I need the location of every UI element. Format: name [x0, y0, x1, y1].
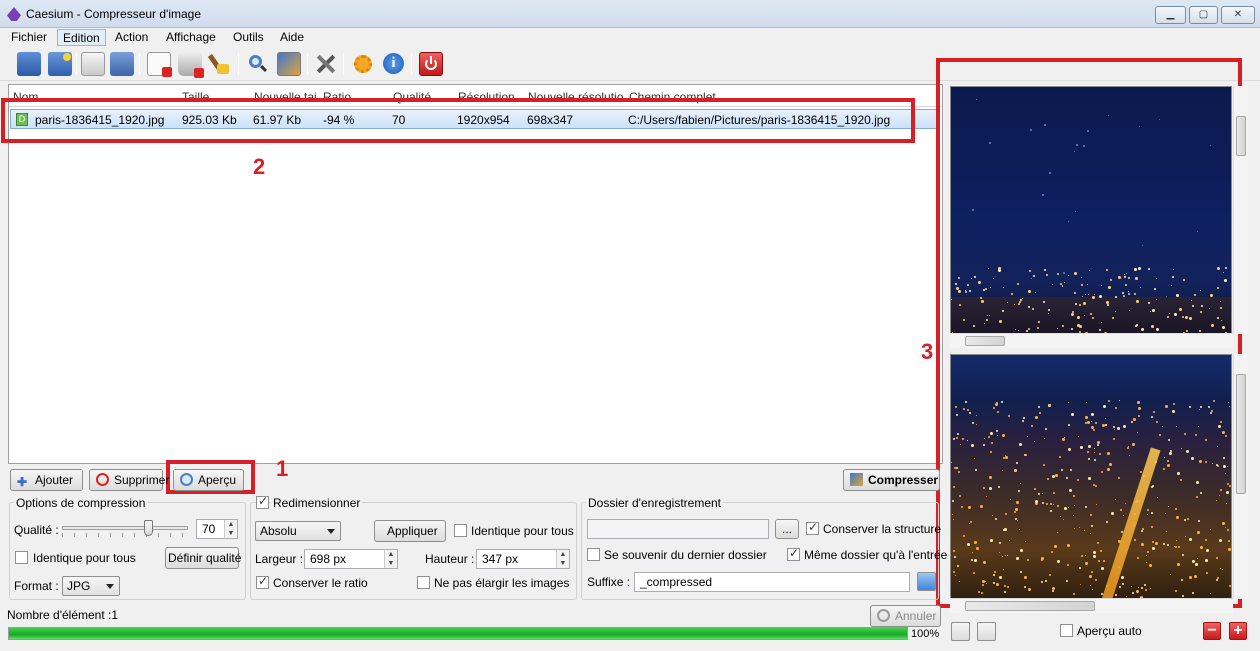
- quality-slider-thumb[interactable]: [144, 520, 153, 536]
- remove-icon[interactable]: [147, 52, 172, 77]
- save-all-icon[interactable]: [110, 52, 134, 76]
- app-icon: [7, 7, 21, 21]
- apply-button[interactable]: Appliquer: [374, 520, 446, 542]
- define-quality-button[interactable]: Définir qualité: [165, 547, 241, 569]
- compress-button[interactable]: Compresser: [843, 469, 940, 491]
- clear-list-icon[interactable]: [178, 52, 204, 78]
- maximize-button[interactable]: ▢: [1189, 6, 1218, 24]
- progress-bar: [8, 627, 908, 640]
- plus-icon: ✚: [17, 475, 28, 489]
- resize-checkbox[interactable]: [256, 494, 269, 509]
- preview-icon[interactable]: [246, 52, 270, 76]
- cancel-icon: [877, 609, 890, 622]
- minimize-button[interactable]: ▁: [1155, 6, 1186, 24]
- same-folder-checkbox[interactable]: [787, 546, 800, 561]
- add-button[interactable]: ✚ Ajouter: [10, 469, 83, 491]
- width-label: Largeur :: [255, 552, 304, 566]
- no-enlarge-checkbox[interactable]: [417, 576, 430, 589]
- forbidden-icon: [96, 473, 109, 486]
- menu-edition[interactable]: Edition: [57, 29, 106, 46]
- remove-button[interactable]: Supprimer: [89, 469, 169, 491]
- format-select[interactable]: JPG: [62, 576, 120, 596]
- same-folder-label: Même dossier qu'à l'entrée: [804, 548, 948, 562]
- no-enlarge-label: Ne pas élargir les images: [434, 576, 570, 590]
- quality-same-for-all-label: Identique pour tous: [33, 551, 136, 565]
- quality-slider[interactable]: [62, 520, 188, 538]
- settings-icon[interactable]: [314, 52, 338, 76]
- resize-same-for-all-checkbox[interactable]: [454, 524, 467, 537]
- open-icon[interactable]: [17, 52, 41, 76]
- quality-same-for-all-checkbox[interactable]: [15, 551, 28, 564]
- cancel-button[interactable]: Annuler: [870, 605, 941, 627]
- info-icon[interactable]: i: [382, 52, 406, 76]
- preview-button[interactable]: Aperçu: [173, 469, 244, 491]
- width-spinbox[interactable]: 698 px ▲ ▼: [304, 549, 398, 569]
- remember-folder-label: Se souvenir du dernier dossier: [604, 548, 767, 562]
- compare-icon[interactable]: [277, 52, 301, 76]
- output-folder-legend: Dossier d'enregistrement: [586, 496, 724, 510]
- original-preview-hscroll[interactable]: [950, 333, 1233, 348]
- suffix-label: Suffixe :: [587, 575, 631, 589]
- zoom-in-icon[interactable]: +: [1229, 622, 1247, 640]
- keep-structure-checkbox[interactable]: [806, 520, 819, 535]
- compressed-preview-image: [950, 354, 1232, 599]
- resize-mode-select[interactable]: Absolu: [255, 521, 341, 541]
- compressed-preview-vscroll[interactable]: [1233, 354, 1248, 599]
- keep-ratio-checkbox[interactable]: [256, 574, 269, 589]
- keep-ratio-label: Conserver le ratio: [273, 576, 368, 590]
- compression-options-legend: Options de compression: [14, 496, 148, 510]
- annotation-label-1: 1: [276, 456, 289, 481]
- original-preview-vscroll[interactable]: [1233, 86, 1248, 334]
- annotation-box-2: [1, 98, 915, 143]
- auto-preview-label: Aperçu auto: [1077, 624, 1142, 638]
- menu-affichage[interactable]: Affichage: [161, 29, 221, 46]
- add-folder-icon[interactable]: [48, 52, 72, 76]
- close-button[interactable]: ✕: [1221, 6, 1255, 24]
- progress-text: 100%: [911, 628, 940, 640]
- item-count: Nombre d'élément :1: [7, 608, 119, 622]
- refresh-icon[interactable]: [917, 572, 936, 591]
- suffix-input[interactable]: _compressed: [634, 572, 910, 592]
- plugins-icon[interactable]: [351, 52, 375, 76]
- window-title: Caesium - Compresseur d'image: [26, 7, 202, 21]
- format-label: Format :: [14, 579, 59, 593]
- full-size-icon[interactable]: [977, 622, 996, 641]
- compressed-preview-hscroll[interactable]: [950, 598, 1233, 613]
- remember-folder-checkbox[interactable]: [587, 548, 600, 561]
- menu-aide[interactable]: Aide: [275, 29, 309, 46]
- annotation-label-3: 3: [921, 339, 934, 364]
- height-label: Hauteur :: [425, 552, 475, 566]
- quality-spinbox[interactable]: 70 ▲ ▼: [196, 519, 238, 539]
- resize-same-for-all-label: Identique pour tous: [471, 524, 574, 538]
- auto-preview-checkbox[interactable]: [1060, 624, 1073, 637]
- zoom-out-icon[interactable]: −: [1203, 622, 1221, 640]
- exit-icon[interactable]: [419, 52, 443, 76]
- title-bar: Caesium - Compresseur d'image ▁ ▢ ✕: [0, 0, 1260, 28]
- browse-button[interactable]: ...: [775, 519, 799, 539]
- save-icon[interactable]: [81, 52, 105, 76]
- compress-icon: [850, 473, 863, 486]
- fit-icon[interactable]: [951, 622, 970, 641]
- output-folder-field[interactable]: [587, 519, 769, 539]
- menu-outils[interactable]: Outils: [228, 29, 269, 46]
- original-preview-image: [950, 86, 1232, 334]
- quality-label: Qualité :: [14, 523, 59, 537]
- menu-bar: Fichier Edition Action Affichage Outils …: [0, 28, 1260, 47]
- height-spinbox[interactable]: 347 px ▲ ▼: [476, 549, 570, 569]
- clean-icon[interactable]: [207, 52, 232, 76]
- annotation-label-2: 2: [253, 154, 266, 179]
- menu-fichier[interactable]: Fichier: [6, 29, 52, 46]
- magnifier-icon: [180, 473, 193, 486]
- menu-action[interactable]: Action: [110, 29, 153, 46]
- resize-legend: Redimensionner: [271, 496, 363, 510]
- keep-structure-label: Conserver la structure: [823, 522, 942, 536]
